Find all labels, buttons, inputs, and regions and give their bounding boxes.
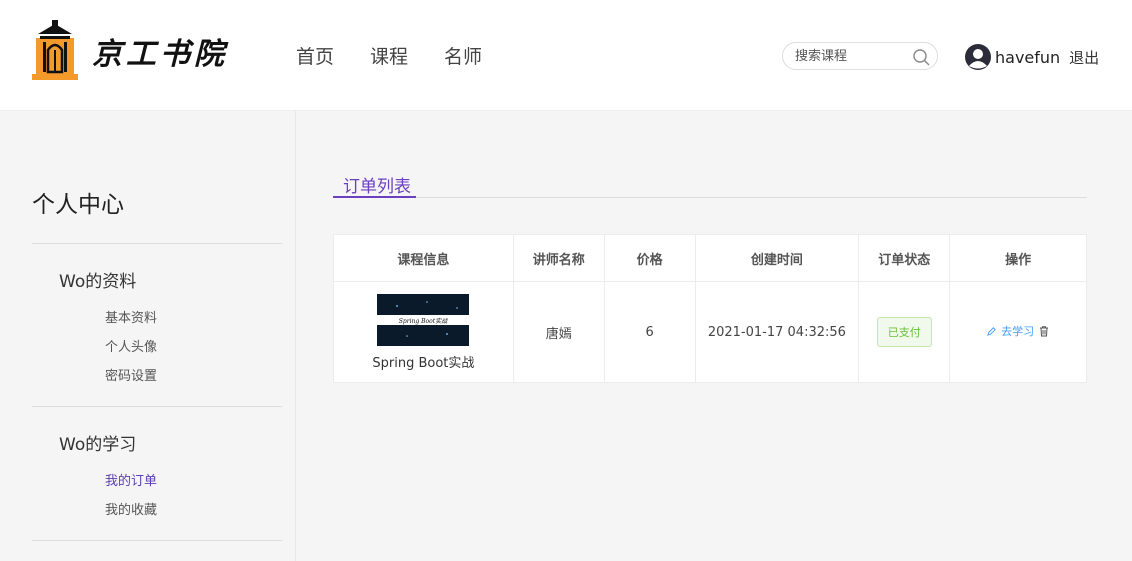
sidebar: 个人中心 Wo的资料 基本资料 个人头像 密码设置 Wo的学习 我的订单 我的收… <box>0 111 296 561</box>
action-group: 去学习 <box>986 323 1050 339</box>
status-cell: 已支付 <box>858 281 951 383</box>
column-header: 操作 <box>949 234 1087 282</box>
tab-active-indicator <box>333 196 416 198</box>
divider <box>32 243 282 244</box>
avatar-icon[interactable] <box>964 43 992 71</box>
actions-cell: 去学习 <box>949 281 1087 383</box>
column-header: 课程信息 <box>333 234 514 282</box>
sidebar-item-avatar[interactable]: 个人头像 <box>105 336 157 355</box>
teacher-cell: 唐嫣 <box>512 281 605 383</box>
go-study-link[interactable]: 去学习 <box>1001 323 1034 339</box>
sidebar-item-my-orders[interactable]: 我的订单 <box>105 470 157 489</box>
sidebar-item-password[interactable]: 密码设置 <box>105 365 157 384</box>
column-header: 创建时间 <box>694 234 860 282</box>
academy-logo-icon <box>32 20 78 80</box>
divider <box>32 540 282 541</box>
cover-text: Spring Boot实战 <box>399 317 448 325</box>
column-header: 价格 <box>603 234 696 282</box>
sidebar-group-study: Wo的学习 <box>59 435 137 455</box>
price-cell: 6 <box>603 281 696 383</box>
course-cover-image[interactable]: Spring Boot实战 <box>377 293 470 346</box>
main-nav: 首页 课程 名师 <box>296 42 482 69</box>
logout-link[interactable]: 退出 <box>1069 47 1099 68</box>
order-table: 课程信息 讲师名称 价格 创建时间 订单状态 操作 Spring Boot实战 <box>333 234 1087 383</box>
brand-logo[interactable]: 京工书院 <box>32 18 232 84</box>
course-info-cell: Spring Boot实战 Spring Boot实战 <box>333 281 514 383</box>
status-badge: 已支付 <box>876 317 932 347</box>
search-input[interactable] <box>795 47 905 65</box>
search-box <box>782 42 938 70</box>
username[interactable]: havefun <box>995 48 1060 67</box>
sidebar-item-favorites[interactable]: 我的收藏 <box>105 499 157 518</box>
nav-home[interactable]: 首页 <box>296 42 334 69</box>
brand-name: 京工书院 <box>92 37 228 72</box>
course-name[interactable]: Spring Boot实战 <box>334 352 513 371</box>
nav-teachers[interactable]: 名师 <box>444 42 482 69</box>
user-area: havefun 退出 <box>964 42 1099 72</box>
column-header: 订单状态 <box>858 234 951 282</box>
edit-icon <box>987 326 996 336</box>
sidebar-item-basic-info[interactable]: 基本资料 <box>105 307 157 326</box>
tab-divider <box>333 197 1087 198</box>
divider <box>32 406 282 407</box>
created-time-cell: 2021-01-17 04:32:56 <box>694 281 860 383</box>
column-header: 讲师名称 <box>512 234 605 282</box>
top-header: 京工书院 首页 课程 名师 havefun 退出 <box>0 0 1132 111</box>
tab-order-list[interactable]: 订单列表 <box>343 172 411 197</box>
nav-courses[interactable]: 课程 <box>370 42 408 69</box>
sidebar-group-profile: Wo的资料 <box>59 272 137 292</box>
table-row: Spring Boot实战 Spring Boot实战 唐嫣 6 2021-01… <box>333 281 1087 383</box>
sidebar-title: 个人中心 <box>32 192 124 218</box>
delete-icon[interactable] <box>1038 325 1050 337</box>
table-header-row: 课程信息 讲师名称 价格 创建时间 订单状态 操作 <box>333 234 1087 282</box>
search-icon[interactable] <box>911 47 931 67</box>
